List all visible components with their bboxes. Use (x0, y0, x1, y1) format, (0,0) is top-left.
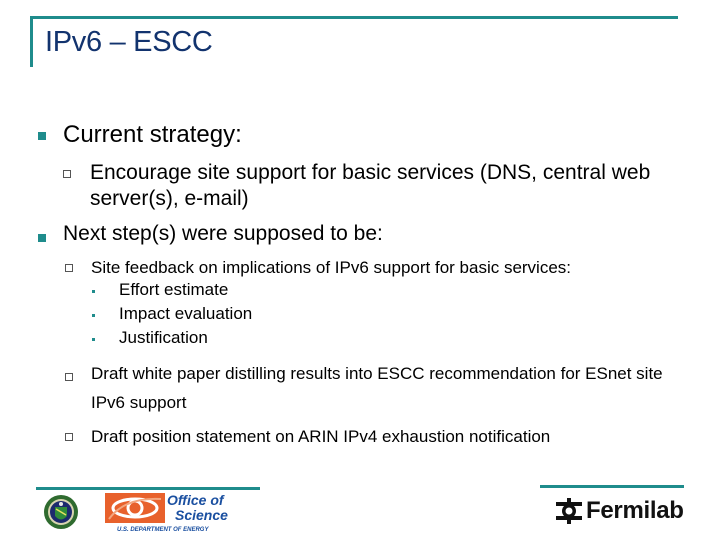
office-of-science-logo: Office of Science U.S. DEPARTMENT OF ENE… (105, 493, 240, 538)
office-of-science-title: Office of (167, 492, 224, 508)
fermilab-mark-icon (556, 498, 582, 524)
sub-bullet-hollow-square-icon (65, 433, 73, 441)
doe-seal-icon (44, 495, 78, 529)
sub-bullet-hollow-square-icon (65, 264, 73, 272)
title-left-rule (30, 16, 33, 67)
sub-bullet-hollow-square-icon (63, 170, 71, 178)
sub-bullet-site-feedback: Site feedback on implications of IPv6 su… (91, 258, 572, 277)
bullet-square-icon (38, 132, 46, 140)
footer-rule-left (36, 487, 260, 490)
sub-sub-bullet-icon (92, 314, 95, 317)
item-effort-estimate: Effort estimate (119, 280, 229, 299)
sub-bullet-encourage-site-support: Encourage site support for basic service… (90, 161, 651, 210)
bullet-square-icon (38, 234, 46, 242)
office-of-science-subtitle: U.S. DEPARTMENT OF ENERGY (117, 527, 209, 533)
sub-bullet-draft-position-statement: Draft position statement on ARIN IPv4 ex… (91, 427, 551, 446)
bullet-next-steps: Next step(s) were supposed to be: (63, 222, 383, 245)
fermilab-logo: Fermilab (556, 496, 684, 526)
office-of-science-swirl-icon (105, 493, 165, 523)
sub-bullet-hollow-square-icon (65, 373, 73, 381)
slide-title: IPv6 – ESCC (45, 26, 213, 58)
title-top-rule (30, 16, 678, 19)
item-impact-evaluation: Impact evaluation (119, 304, 253, 323)
bullet-current-strategy: Current strategy: (63, 121, 242, 148)
sub-sub-bullet-icon (92, 290, 95, 293)
footer-rule-right (540, 485, 684, 488)
sub-sub-bullet-icon (92, 338, 95, 341)
office-of-science-title-2: Science (175, 507, 228, 523)
item-justification: Justification (119, 328, 208, 347)
fermilab-wordmark: Fermilab (586, 497, 684, 524)
sub-bullet-draft-white-paper: Draft white paper distilling results int… (91, 364, 663, 412)
